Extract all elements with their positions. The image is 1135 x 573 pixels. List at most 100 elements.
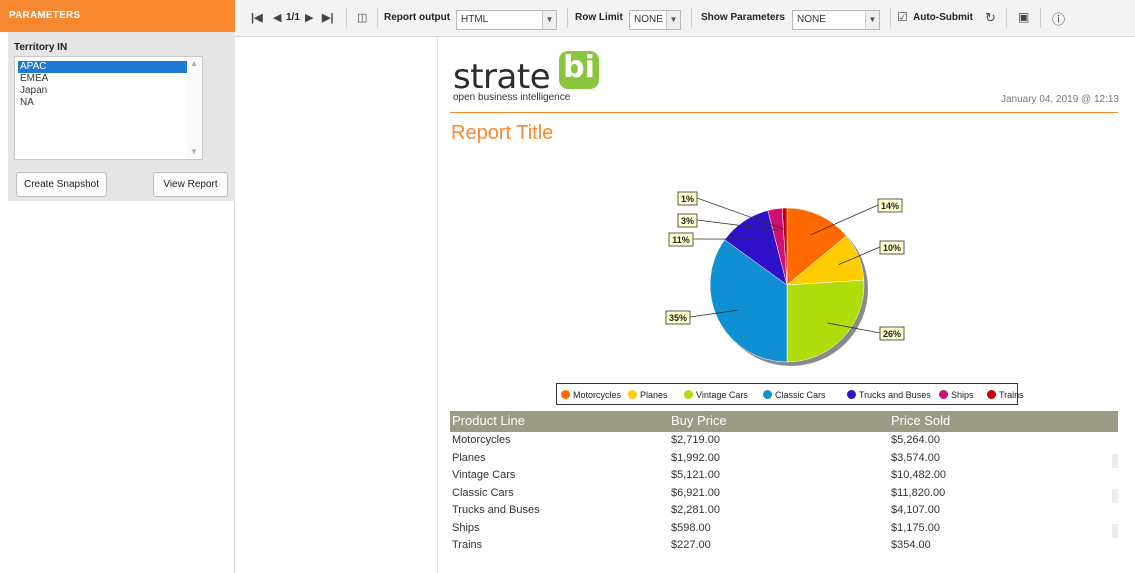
report-toolbar: |◀ ◀ 1/1 ▶ ▶| ◫ Report output HTML ▼ Row…	[235, 0, 1135, 37]
legend-item: Planes	[628, 389, 668, 401]
toolbar-separator	[1040, 8, 1041, 28]
legend-label: Trucks and Buses	[859, 390, 931, 400]
legend-label: Trains	[999, 390, 1024, 400]
parameters-panel: PARAMETERS Territory IN APAC EMEA Japan …	[0, 0, 235, 573]
cell-buy-price: $2,281.00	[671, 504, 720, 516]
scroll-up-icon[interactable]: ▲	[190, 59, 198, 68]
cell-price-sold: $4,107.00	[891, 504, 940, 516]
create-snapshot-button[interactable]: Create Snapshot	[16, 172, 107, 197]
territory-option-na[interactable]: NA	[18, 97, 188, 109]
logo-wordmark: strate	[453, 57, 551, 97]
report-output-value: HTML	[461, 14, 489, 25]
row-marker	[1112, 453, 1118, 468]
data-label: 10%	[883, 243, 901, 253]
report-date: January 04, 2019 @ 12:13	[1000, 94, 1119, 105]
data-label: 14%	[881, 201, 899, 211]
show-parameters-label: Show Parameters	[701, 12, 785, 23]
legend-swatch	[939, 390, 948, 399]
row-limit-label: Row Limit	[575, 12, 623, 23]
report-title: Report Title	[451, 122, 554, 144]
data-label: 26%	[883, 329, 901, 339]
pie-chart: 14% 10% 26% 35% 11% 3% 1%	[665, 191, 905, 366]
column-header-price-sold: Price Sold	[891, 413, 951, 428]
schedule-icon[interactable]: ▣	[1018, 10, 1029, 24]
row-marker	[1112, 488, 1118, 503]
cell-product-line: Trucks and Buses	[452, 504, 540, 516]
column-header-product-line: Product Line	[452, 413, 525, 428]
table-row: Trucks and Buses $2,281.00 $4,107.00	[450, 502, 1118, 520]
cell-buy-price: $6,921.00	[671, 486, 720, 499]
legend-item: Trains	[987, 389, 1024, 401]
next-page-icon[interactable]: ▶	[305, 11, 313, 24]
legend-label: Motorcycles	[573, 390, 622, 400]
chevron-down-icon[interactable]: ▼	[865, 11, 879, 29]
listbox-scrollbar[interactable]: ▲ ▼	[187, 57, 202, 159]
cell-price-sold: $5,264.00	[891, 434, 940, 446]
toolbar-separator	[691, 8, 692, 28]
table-row: Planes $1,992.00 $3,574.00	[450, 450, 1118, 468]
cell-buy-price: $227.00	[671, 539, 711, 551]
toolbar-separator	[346, 8, 347, 28]
refresh-icon[interactable]: ↻	[985, 10, 996, 26]
toolbar-separator	[567, 8, 568, 28]
legend-label: Vintage Cars	[696, 390, 748, 400]
parameters-header: PARAMETERS	[0, 0, 235, 32]
toolbar-separator	[1006, 8, 1007, 28]
view-report-button[interactable]: View Report	[153, 172, 228, 197]
legend-swatch	[763, 390, 772, 399]
data-label: 11%	[672, 235, 690, 245]
cell-product-line: Vintage Cars	[452, 469, 516, 481]
table-row: Motorcycles $2,719.00 $5,264.00	[450, 432, 1118, 450]
table-row: Vintage Cars $5,121.00 $10,482.00	[450, 467, 1118, 485]
cell-buy-price: $1,992.00	[671, 451, 720, 464]
legend-swatch	[628, 390, 637, 399]
toolbar-separator	[377, 8, 378, 28]
legend-label: Planes	[640, 390, 668, 400]
toolbar-separator	[890, 8, 891, 28]
row-limit-select[interactable]: NONE ▼	[629, 10, 681, 30]
first-page-icon[interactable]: |◀	[251, 11, 263, 24]
report-page: strate bi open business intelligence Jan…	[437, 37, 1123, 573]
legend-item: Ships	[939, 389, 974, 401]
show-parameters-select[interactable]: NONE ▼	[792, 10, 880, 30]
legend-item: Trucks and Buses	[847, 389, 931, 401]
last-page-icon[interactable]: ▶|	[322, 11, 334, 24]
logo-badge: bi	[559, 51, 599, 89]
legend-swatch	[684, 390, 693, 399]
territory-listbox[interactable]: APAC EMEA Japan NA ▲ ▼	[14, 56, 203, 160]
info-icon[interactable]: ⓘ	[1052, 9, 1065, 28]
legend-swatch	[561, 390, 570, 399]
legend-swatch	[987, 390, 996, 399]
page-toggle-icon[interactable]: ◫	[357, 11, 367, 24]
cell-price-sold: $354.00	[891, 539, 931, 551]
product-table: Product Line Buy Price Price Sold Motorc…	[450, 411, 1118, 555]
table-row: Ships $598.00 $1,175.00	[450, 520, 1118, 538]
cell-product-line: Planes	[452, 451, 486, 464]
chevron-down-icon[interactable]: ▼	[666, 11, 680, 29]
table-row: Trains $227.00 $354.00	[450, 537, 1118, 555]
auto-submit-label: Auto-Submit	[913, 12, 973, 23]
report-output-select[interactable]: HTML ▼	[456, 10, 557, 30]
cell-product-line: Trains	[452, 539, 483, 551]
previous-page-icon[interactable]: ◀	[273, 11, 281, 24]
cell-buy-price: $5,121.00	[671, 469, 720, 481]
table-body: Motorcycles $2,719.00 $5,264.00 Planes $1,99…	[450, 432, 1118, 555]
cell-product-line: Motorcycles	[452, 434, 511, 446]
territory-option-emea[interactable]: EMEA	[18, 73, 188, 85]
cell-price-sold: $10,482.00	[891, 469, 947, 481]
show-parameters-value: NONE	[797, 14, 826, 25]
header-divider	[450, 112, 1118, 113]
chevron-down-icon[interactable]: ▼	[542, 11, 556, 29]
territory-option-apac[interactable]: APAC	[18, 61, 188, 73]
territory-label: Territory IN	[14, 42, 68, 53]
cell-buy-price: $2,719.00	[671, 434, 720, 446]
territory-option-japan[interactable]: Japan	[18, 85, 188, 97]
legend-label: Classic Cars	[775, 390, 826, 400]
row-marker	[1112, 523, 1118, 538]
scroll-down-icon[interactable]: ▼	[190, 147, 198, 156]
legend-item: Classic Cars	[763, 389, 826, 401]
pie-slice	[786, 279, 865, 363]
legend-label: Ships	[951, 390, 974, 400]
auto-submit-checkbox[interactable]: ☑	[897, 10, 908, 24]
cell-price-sold: $3,574.00	[891, 451, 940, 464]
